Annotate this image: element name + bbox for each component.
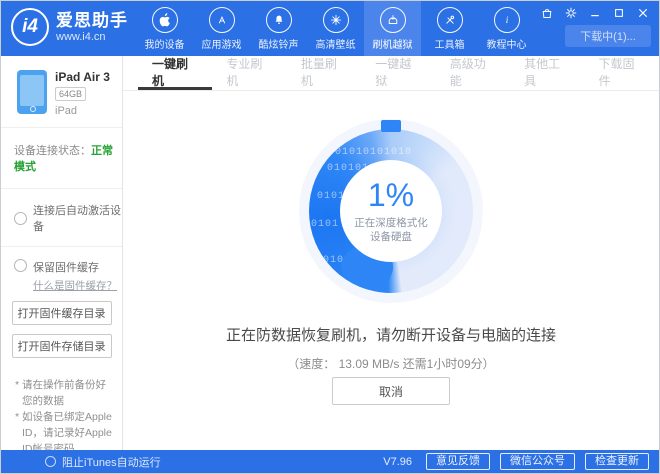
device-model: iPad — [55, 105, 78, 117]
flash-box-icon — [379, 6, 406, 33]
progress-stage: 正在深度格式化 设备硬盘 — [354, 217, 428, 243]
tab-batch-flash[interactable]: 批量刷机 — [287, 56, 361, 90]
nav-label: 工具箱 — [434, 39, 465, 51]
connection-status-label: 设备连接状态： — [14, 145, 91, 157]
tab-one-key-jailbreak[interactable]: 一键越狱 — [361, 56, 435, 90]
app-window: i4 爱思助手 www.i4.cn 我的设备 应用游戏 酷炫铃声 高清壁纸 刷机… — [0, 0, 660, 474]
progress-percent: 1% — [367, 177, 415, 213]
ipad-device-icon — [17, 70, 47, 114]
flash-progress-panel: 01010101010 010101010101 0101 0101 01010… — [123, 91, 659, 450]
connection-status: 设备连接状态：正常模式 — [1, 128, 122, 189]
tab-one-key-flash[interactable]: 一键刷机 — [138, 56, 213, 90]
itunes-option: 阻止iTunes自动运行 — [45, 454, 161, 470]
maximize-button[interactable] — [612, 6, 625, 19]
device-capacity-badge: 64GB — [55, 87, 87, 101]
nav-item-wallpapers[interactable]: 高清壁纸 — [307, 1, 364, 56]
bell-icon — [265, 6, 292, 33]
apple-icon — [151, 6, 178, 33]
flash-tabbar: 一键刷机 专业刷机 批量刷机 一键越狱 高级功能 其他工具 下载固件 — [123, 56, 659, 91]
settings-gear-icon[interactable] — [564, 6, 577, 19]
block-itunes-label: 阻止iTunes自动运行 — [62, 456, 161, 469]
open-storage-dir-button[interactable]: 打开固件存储目录 — [11, 334, 112, 358]
auto-activate-option: 连接后自动激活设备 — [1, 189, 122, 247]
what-is-cache-link[interactable]: 什么是固件缓存？ — [33, 278, 122, 293]
wrench-icon — [436, 6, 463, 33]
svg-text:i: i — [505, 15, 508, 25]
status-bar: 阻止iTunes自动运行 V7.96 意见反馈 微信公众号 检查更新 — [1, 450, 659, 473]
keep-cache-label: 保留固件缓存 — [33, 262, 99, 274]
progress-center: 1% 正在深度格式化 设备硬盘 — [340, 160, 442, 262]
nav-item-apps-games[interactable]: 应用游戏 — [193, 1, 250, 56]
store-bag-icon[interactable] — [540, 6, 553, 19]
block-itunes-checkbox[interactable] — [45, 456, 56, 467]
wallpaper-flower-icon — [322, 6, 349, 33]
main-nav: 我的设备 应用游戏 酷炫铃声 高清壁纸 刷机越狱 工具箱 i 教程中心 — [136, 1, 535, 56]
speed-eta-text: （速度： 13.09 MB/s 还需1小时09分） — [287, 357, 495, 371]
appstore-icon — [208, 6, 235, 33]
nav-item-toolbox[interactable]: 工具箱 — [421, 1, 478, 56]
progress-ring: 01010101010 010101010101 0101 0101 01010… — [299, 119, 483, 303]
i4-logo-icon: i4 — [11, 8, 49, 46]
nav-label: 我的设备 — [144, 39, 185, 51]
nav-item-my-device[interactable]: 我的设备 — [136, 1, 193, 56]
tab-pro-flash[interactable]: 专业刷机 — [212, 56, 286, 90]
tab-advanced[interactable]: 高级功能 — [436, 56, 510, 90]
check-update-button[interactable]: 检查更新 — [585, 453, 649, 470]
nav-label: 高清壁纸 — [315, 39, 356, 51]
nav-label: 应用游戏 — [201, 39, 242, 51]
cancel-button[interactable]: 取消 — [332, 377, 450, 405]
device-card: iPad Air 3 64GB iPad — [1, 56, 122, 128]
app-title: 爱思助手 — [56, 10, 128, 30]
nav-label: 刷机越狱 — [372, 39, 413, 51]
auto-activate-checkbox[interactable] — [14, 211, 27, 225]
info-icon: i — [493, 6, 520, 33]
nav-label: 酷炫铃声 — [258, 39, 299, 51]
tab-other-tools[interactable]: 其他工具 — [510, 56, 584, 90]
app-header: i4 爱思助手 www.i4.cn 我的设备 应用游戏 酷炫铃声 高清壁纸 刷机… — [1, 1, 659, 56]
app-logo: i4 爱思助手 www.i4.cn — [11, 8, 128, 46]
note-line: * 请在操作前备份好您的数据 — [15, 379, 107, 407]
footer-actions: V7.96 意见反馈 微信公众号 检查更新 — [383, 453, 649, 470]
version-text: V7.96 — [383, 455, 412, 468]
open-cache-dir-button[interactable]: 打开固件缓存目录 — [11, 301, 112, 325]
keep-cache-option: 保留固件缓存 — [1, 247, 122, 275]
feedback-button[interactable]: 意见反馈 — [426, 453, 490, 470]
nav-item-tutorials[interactable]: i 教程中心 — [478, 1, 535, 56]
wechat-account-button[interactable]: 微信公众号 — [500, 453, 575, 470]
nav-item-ringtones[interactable]: 酷炫铃声 — [250, 1, 307, 56]
flash-status-message: 正在防数据恢复刷机，请勿断开设备与电脑的连接 — [225, 327, 556, 344]
binary-decoration: 0101 — [311, 219, 340, 230]
binary-decoration: 01010101010 — [335, 147, 413, 158]
minimize-button[interactable] — [588, 6, 601, 19]
progress-top-marker — [381, 120, 401, 132]
device-name: iPad Air 3 — [55, 70, 110, 84]
nav-item-flash-jailbreak[interactable]: 刷机越狱 — [364, 1, 421, 56]
nav-label: 教程中心 — [486, 39, 527, 51]
window-controls — [540, 6, 649, 19]
app-subtitle: www.i4.cn — [56, 30, 106, 43]
downloading-button[interactable]: 下载中(1)... — [565, 25, 651, 47]
close-button[interactable] — [636, 6, 649, 19]
tab-download-firmware[interactable]: 下载固件 — [585, 56, 659, 90]
device-sidebar: iPad Air 3 64GB iPad 设备连接状态：正常模式 连接后自动激活… — [1, 56, 123, 471]
keep-cache-checkbox[interactable] — [14, 259, 27, 272]
auto-activate-label: 连接后自动激活设备 — [33, 205, 121, 233]
